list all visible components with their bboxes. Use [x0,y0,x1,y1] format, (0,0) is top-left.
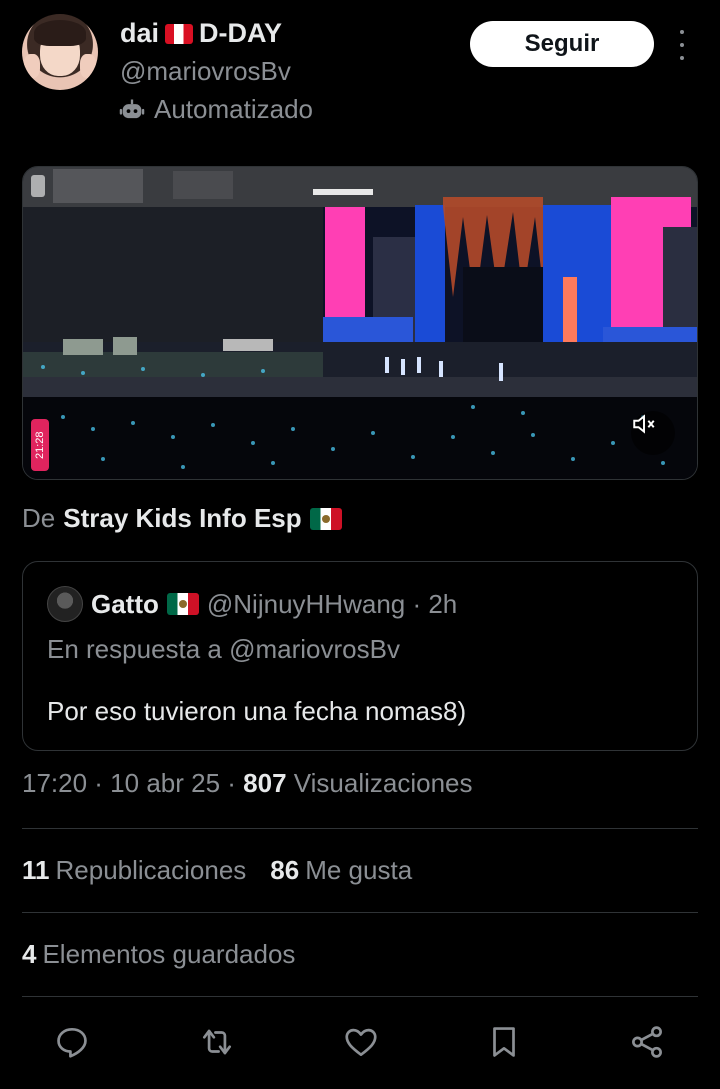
likes-count: 86 [270,855,300,885]
author-avatar[interactable] [22,14,98,90]
quoted-author-handle-time: @NijnuyHHwang · 2h [206,588,458,619]
divider [22,828,698,829]
heart-glyph [345,1028,377,1057]
tweet-metadata: 17:20 · 10 abr 25 · 807 Visualizaciones [22,768,473,799]
peru-flag-icon [165,23,194,44]
more-vertical-icon[interactable] [670,30,694,60]
tweet-header: dai D-DAY @mariovrosBv Automatizado Segu… [22,12,702,132]
volume-mute-glyph [633,414,655,434]
automated-label: Automatizado [118,94,313,125]
heart-icon[interactable] [339,1020,383,1064]
source-prefix: De [22,503,56,533]
likes-label: Me gusta [305,855,413,885]
saved-label: Elementos guardados [42,939,296,969]
views-count: 807 [243,768,287,798]
repost-icon[interactable] [195,1020,239,1064]
reposts-stat[interactable]: 11 Republicaciones [22,855,246,886]
video-frame [23,167,697,479]
saved-stat[interactable]: 4 Elementos guardados [22,939,295,970]
engagement-stats: 11 Republicaciones 86 Me gusta [22,855,412,886]
bot-icon [119,99,145,118]
video-player[interactable]: 21:28 [22,166,698,480]
views-label: Visualizaciones [293,768,473,798]
source-attribution[interactable]: De Stray Kids Info Esp [22,503,342,534]
reposts-count: 11 [22,855,50,885]
quoted-reply-line: En respuesta a @mariovrosBv [47,634,400,664]
more-dot [680,30,684,34]
quoted-tweet-text: Por eso tuvieron una fecha nomas8) [47,696,467,726]
quoted-author-avatar[interactable] [47,586,83,622]
time-badge: 21:28 [31,419,49,471]
avatar-hand-left [24,54,40,78]
reposts-label: Republicaciones [55,855,247,885]
share-glyph [632,1026,662,1058]
author-name-prefix: dai [120,18,160,48]
bookmark-glyph [493,1027,515,1057]
quoted-tweet[interactable]: Gatto @NijnuyHHwang · 2h En respuesta a … [22,561,698,751]
likes-stat[interactable]: 86 Me gusta [270,855,412,886]
mexico-flag-icon [309,507,342,530]
reply-glyph [57,1027,87,1058]
more-dot [680,56,684,60]
mexico-flag-icon [166,593,199,615]
share-icon[interactable] [625,1020,669,1064]
quoted-author-name[interactable]: Gatto [91,589,159,620]
quoted-tweet-header: Gatto @NijnuyHHwang · 2h [47,586,457,622]
saved-count: 4 [22,939,37,969]
reply-icon[interactable] [50,1020,94,1064]
automated-text: Automatizado [154,94,313,124]
bookmark-icon[interactable] [482,1020,526,1064]
repost-glyph [202,1029,232,1055]
source-account[interactable]: Stray Kids Info Esp [63,503,301,534]
author-name[interactable]: dai D-DAY [120,18,282,49]
volume-mute-icon[interactable] [631,411,675,455]
divider [22,996,698,997]
author-handle[interactable]: @mariovrosBv [120,56,291,87]
tweet-timestamp[interactable]: 17:20 · 10 abr 25 · [22,768,236,798]
avatar-hand-right [80,54,96,78]
divider [22,912,698,913]
action-bar [22,1020,698,1064]
author-name-suffix: D-DAY [199,18,283,48]
avatar-hair [34,20,86,46]
more-dot [680,43,684,47]
follow-button[interactable]: Seguir [470,21,654,67]
